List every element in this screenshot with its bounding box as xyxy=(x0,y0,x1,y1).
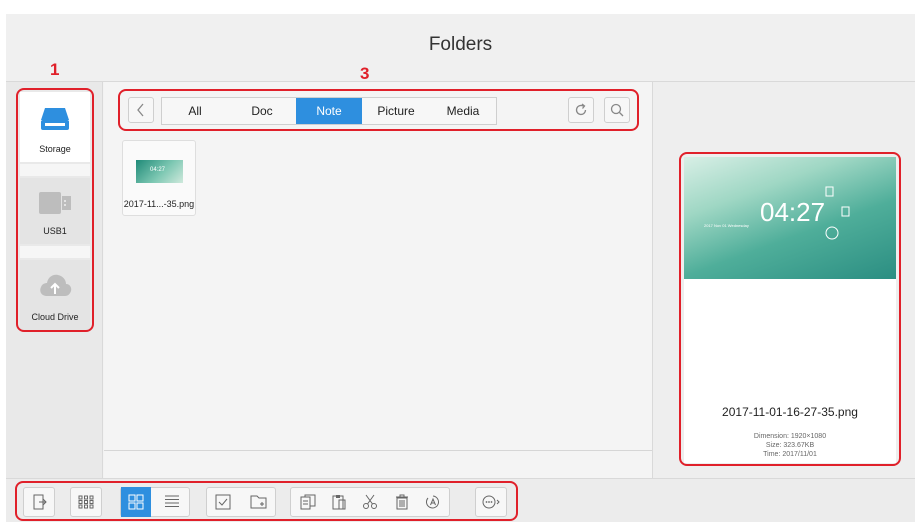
callout-box-toolbar xyxy=(15,481,518,521)
callout-box-sidebar xyxy=(16,88,94,332)
callout-box-preview xyxy=(679,152,901,466)
header-bar: Folders xyxy=(6,14,915,82)
file-name: 2017-11...-35.png xyxy=(123,199,195,209)
file-item[interactable]: 04:27 2017-11...-35.png xyxy=(122,140,196,216)
main-divider xyxy=(104,450,652,451)
file-thumbnail: 04:27 xyxy=(136,160,183,183)
callout-filter-bar: 3 xyxy=(360,64,370,83)
callout-box-filter-bar xyxy=(118,89,639,131)
page-title: Folders xyxy=(428,34,493,55)
thumbnail-time: 04:27 xyxy=(150,167,166,173)
callout-sidebar: 1 xyxy=(50,60,60,79)
